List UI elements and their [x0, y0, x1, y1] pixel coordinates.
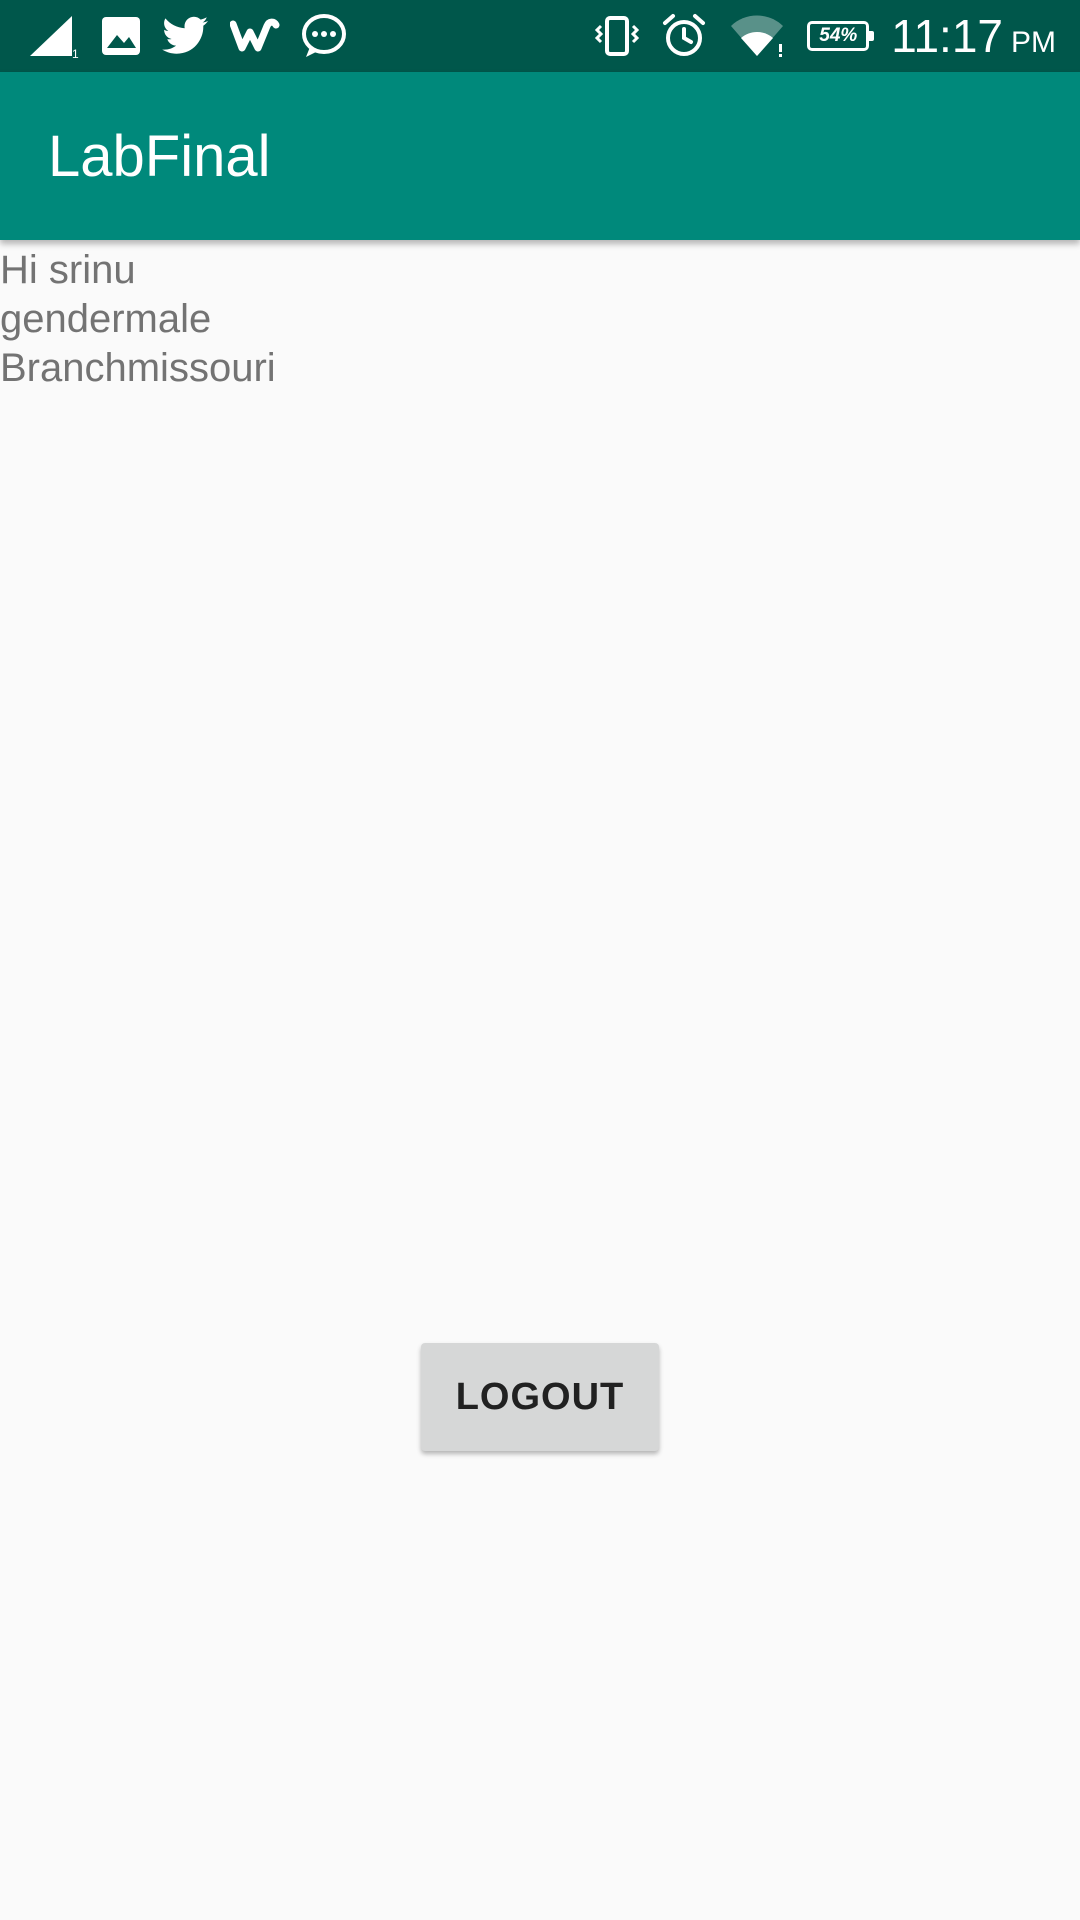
battery-level: 54%: [819, 25, 858, 46]
clock: 11:17 PM: [891, 9, 1056, 63]
status-bar: 1 54% 11:17 PM: [0, 0, 1080, 72]
clock-ampm: PM: [1011, 26, 1056, 59]
wattpad-icon: [230, 16, 280, 56]
greeting-text: Hi srinu: [0, 248, 136, 292]
status-left-icons: 1: [28, 12, 348, 60]
wifi-icon: [729, 14, 785, 58]
twitter-icon: [162, 16, 210, 56]
image-icon: [100, 15, 142, 57]
app-title: LabFinal: [48, 123, 271, 189]
battery-icon: 54%: [807, 21, 875, 51]
vibrate-icon: [595, 14, 640, 58]
alarm-icon: [661, 13, 707, 59]
message-icon: [300, 13, 348, 59]
clock-time: 11:17: [891, 10, 1003, 62]
signal-icon: 1: [28, 14, 80, 58]
status-right-icons: 54% 11:17 PM: [595, 9, 1056, 63]
logout-button[interactable]: LOGOUT: [421, 1343, 659, 1451]
app-bar: LabFinal: [0, 72, 1080, 240]
svg-text:1: 1: [72, 47, 79, 58]
branch-text: Branchmissouri: [0, 346, 276, 390]
screen: 1 54% 11:17 PM LabFinal Hi srinu genderm…: [0, 0, 1080, 1920]
profile-content: Hi srinu gendermale Branchmissouri: [0, 240, 1080, 393]
gender-text: gendermale: [0, 297, 212, 341]
